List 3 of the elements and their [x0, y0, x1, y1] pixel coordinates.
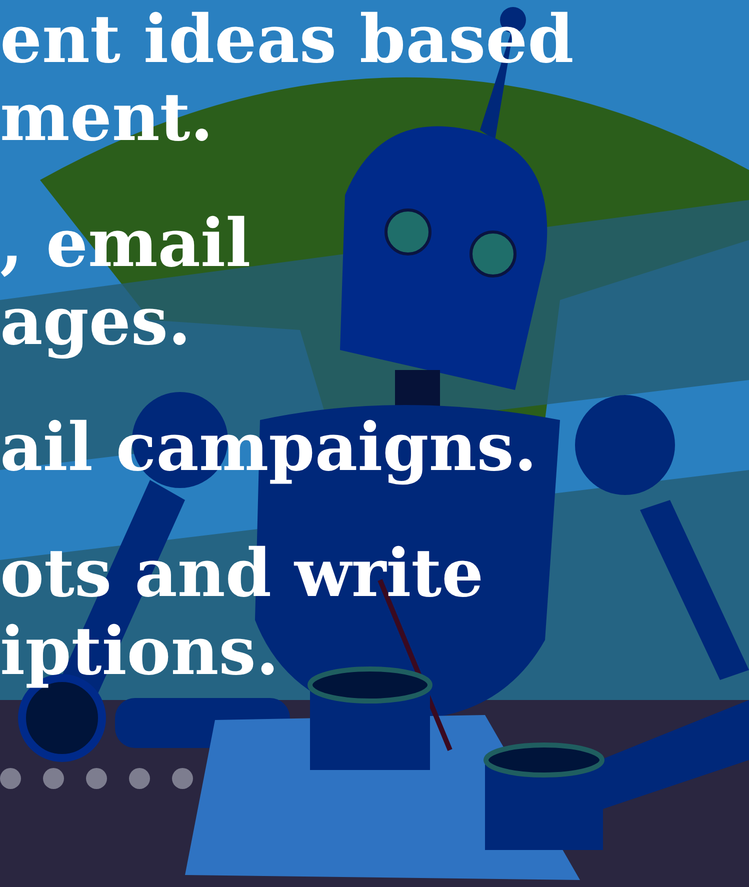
slide-headline: ots and write iptions. [0, 534, 484, 690]
slide-headline: ent ideas based ment. [0, 0, 574, 156]
slide-headline: ail campaigns. [0, 408, 537, 486]
